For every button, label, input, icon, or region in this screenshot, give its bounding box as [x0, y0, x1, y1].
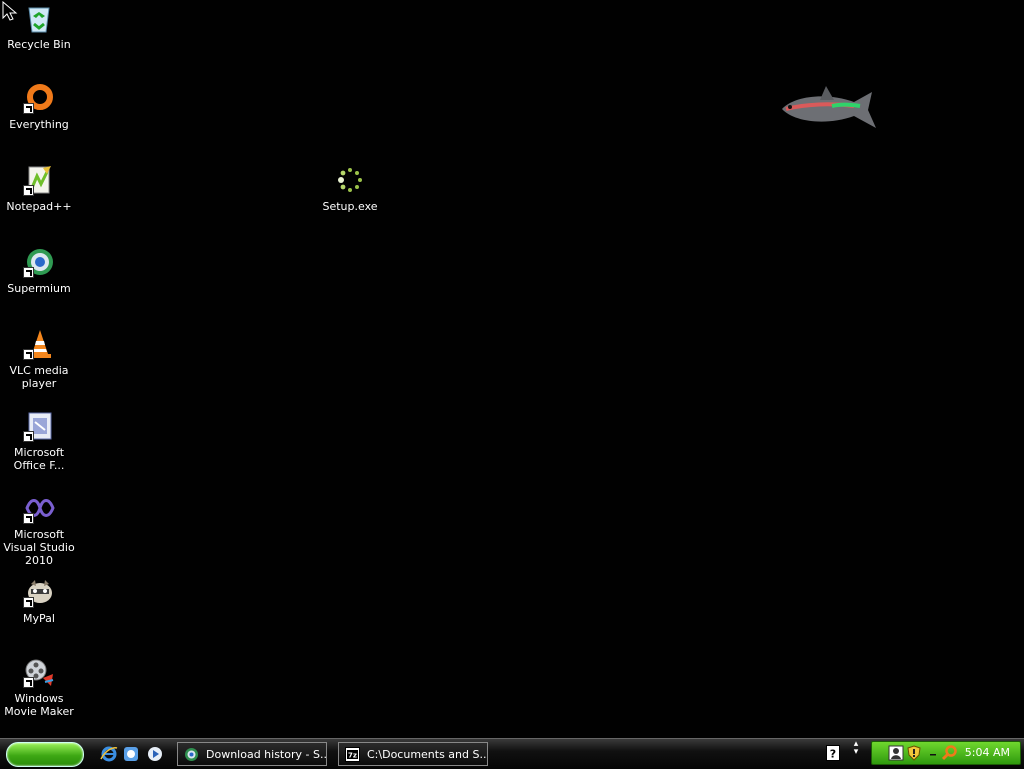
desktop-icon-label: MyPal [23, 612, 55, 625]
mypal-browser-icon [23, 576, 55, 608]
media-player-icon[interactable] [146, 745, 164, 763]
desktop-icon-notepad-plus-plus[interactable]: Notepad++ [0, 164, 78, 213]
desktop-icon-recycle-bin[interactable]: Recycle Bin [0, 2, 78, 51]
desktop-icon-supermium[interactable]: Supermium [0, 246, 78, 295]
vlc-cone-icon [23, 328, 55, 360]
desktop-icon-setup-exe[interactable]: Setup.exe [311, 164, 389, 213]
svg-text:?: ? [830, 748, 836, 761]
desktop-icon-label: Notepad++ [6, 200, 72, 213]
desktop-icon-label: Windows Movie Maker [4, 692, 74, 718]
desktop-icon-label: Microsoft Office F... [13, 446, 65, 472]
taskbar-button-label: C:\Documents and S... [367, 748, 488, 761]
loading-spinner-icon [334, 164, 366, 196]
desktop-icon-label: Setup.exe [322, 200, 378, 213]
7zip-icon: 7z [345, 747, 360, 762]
desktop-icon-label: Everything [9, 118, 69, 131]
browser-icon[interactable] [122, 745, 140, 763]
desktop-icon-movie-maker[interactable]: Windows Movie Maker [0, 656, 78, 718]
desktop-icon-label: Microsoft Visual Studio 2010 [3, 528, 75, 567]
desktop-icon-visual-studio[interactable]: Microsoft Visual Studio 2010 [0, 492, 78, 567]
shortcut-arrow-icon [23, 513, 34, 524]
svg-text:7z: 7z [348, 752, 357, 760]
desktop-icon-mypal[interactable]: MyPal [0, 576, 78, 625]
shortcut-arrow-icon [23, 103, 34, 114]
internet-explorer-icon[interactable] [100, 745, 118, 763]
desktop-icon-microsoft-office[interactable]: Microsoft Office F... [0, 410, 78, 472]
desktop-icon-vlc[interactable]: VLC media player [0, 328, 78, 390]
desktop-icon-everything[interactable]: Everything [0, 82, 78, 131]
clock[interactable]: 5:04 AM [965, 742, 1010, 764]
everything-search-icon [23, 82, 55, 114]
movie-maker-icon [23, 656, 55, 688]
visual-studio-icon [23, 492, 55, 524]
taskbar-button-label: Download history - S... [206, 748, 327, 761]
notification-area: 5:04 AM [871, 741, 1021, 765]
shortcut-arrow-icon [23, 185, 34, 196]
browser-icon [185, 748, 198, 761]
notepad-plus-plus-icon [23, 164, 55, 196]
desktop[interactable]: Recycle Bin Everything Notepad++ Supermi… [0, 0, 1024, 738]
shortcut-arrow-icon [23, 349, 34, 360]
desktop-icon-label: VLC media player [9, 364, 69, 390]
taskbar-button-download-history[interactable]: Download history - S... [177, 742, 327, 766]
supermium-browser-icon [23, 246, 55, 278]
shield-warning-icon[interactable] [906, 745, 922, 761]
shortcut-arrow-icon [23, 431, 34, 442]
dash-separator-icon [930, 754, 936, 756]
office-file-icon [23, 410, 55, 442]
help-icon[interactable]: ? [826, 745, 840, 761]
search-icon[interactable] [942, 745, 958, 761]
shortcut-arrow-icon [23, 597, 34, 608]
desktop-icon-label: Supermium [7, 282, 71, 295]
wallpaper-fish-image [782, 86, 876, 128]
taskbar-button-documents-folder[interactable]: 7z C:\Documents and S... [338, 742, 488, 766]
desktop-icon-label: Recycle Bin [7, 38, 71, 51]
shortcut-arrow-icon [23, 677, 34, 688]
shortcut-arrow-icon [23, 267, 34, 278]
user-icon[interactable] [888, 745, 904, 761]
recycle-bin-icon [23, 2, 55, 34]
tray-expand-button[interactable]: ▴ ▾ [850, 740, 862, 764]
start-button[interactable] [6, 742, 84, 767]
